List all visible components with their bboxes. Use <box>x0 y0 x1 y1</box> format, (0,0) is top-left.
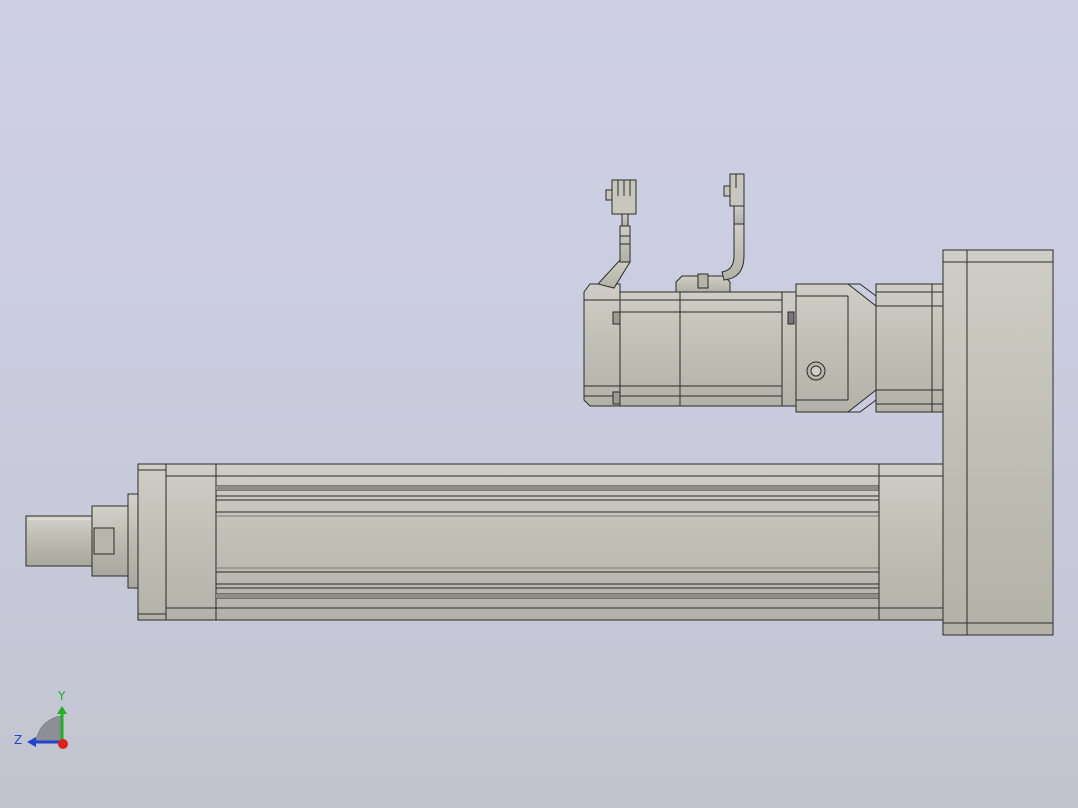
connector-2[interactable] <box>723 173 745 207</box>
triad-arc <box>35 715 63 743</box>
servo-motor[interactable] <box>583 273 797 407</box>
rod-end[interactable] <box>25 493 139 589</box>
triad-z-label: Z <box>14 733 22 747</box>
motor-cable-1[interactable] <box>597 213 631 289</box>
model-canvas[interactable]: Y Z <box>0 0 1078 808</box>
triad-y-label: Y <box>57 689 66 703</box>
motor-adapter-housing[interactable] <box>942 249 1054 636</box>
graphics-viewport[interactable]: Y Z <box>0 0 1078 808</box>
actuator-assembly[interactable] <box>25 463 944 621</box>
actuator-rear-block[interactable] <box>878 463 944 621</box>
connector-1[interactable] <box>605 179 637 215</box>
gearbox-plug-icon <box>806 361 826 381</box>
gearbox[interactable] <box>795 283 944 413</box>
view-orientation-triad[interactable]: Y Z <box>14 689 68 749</box>
actuator-tube[interactable] <box>215 463 880 621</box>
motor-cable-2[interactable] <box>721 205 745 281</box>
actuator-front-cap[interactable] <box>137 463 217 621</box>
triad-y-arrow-icon <box>57 706 67 714</box>
triad-x-axis-dot <box>58 739 68 749</box>
triad-z-arrow-icon <box>27 737 36 747</box>
